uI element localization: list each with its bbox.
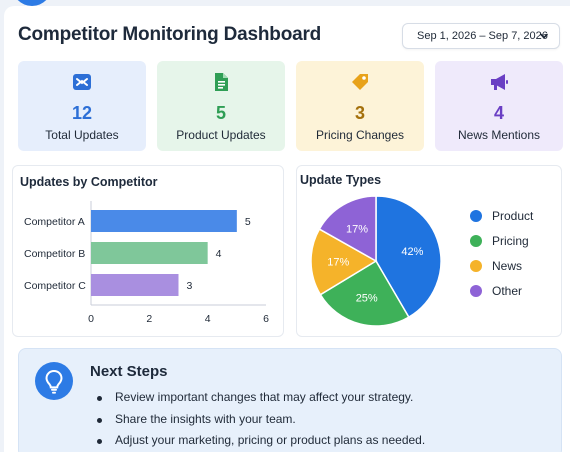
list-item: Share the insights with your team. [97, 409, 425, 431]
category-label: Competitor B [24, 248, 85, 260]
stat-card-total-updates[interactable]: 12 Total Updates [18, 61, 146, 151]
category-label: Competitor A [24, 216, 85, 228]
next-steps-list: Review important changes that may affect… [97, 387, 425, 452]
stat-label: Total Updates [45, 128, 119, 142]
legend-swatch [470, 260, 482, 272]
legend-label: Other [492, 284, 523, 298]
bar [91, 274, 179, 296]
lightbulb-icon [35, 362, 73, 400]
page-title: Competitor Monitoring Dashboard [18, 24, 322, 45]
stat-card-news-mentions[interactable]: 4 News Mentions [435, 61, 563, 151]
chevron-down-icon [540, 33, 548, 39]
slice-value-label: 17% [327, 257, 349, 269]
bar-chart: Competitor A 5 Competitor B 4 Competitor C 3 0… [24, 201, 269, 325]
stat-card-pricing-changes[interactable]: 3 Pricing Changes [296, 61, 424, 151]
x-tick-label: 4 [205, 313, 211, 325]
stat-value: 5 [215, 103, 226, 123]
updates-icon [73, 74, 91, 90]
legend-swatch [470, 285, 482, 297]
document-icon [215, 73, 228, 91]
bar-value-label: 4 [216, 248, 222, 260]
next-steps-title: Next Steps [90, 363, 168, 380]
legend-swatch [470, 235, 482, 247]
stat-label: News Mentions [457, 128, 541, 142]
date-range-value: Sep 1, 2026 – Sep 7, 2026 [417, 30, 548, 42]
x-tick-label: 6 [263, 313, 269, 325]
legend-label: Product [492, 209, 534, 223]
slice-value-label: 25% [356, 293, 378, 305]
slice-value-label: 42% [401, 246, 423, 258]
list-item: Adjust your marketing, pricing or produc… [97, 430, 425, 452]
megaphone-icon [491, 74, 508, 90]
list-item: Review important changes that may affect… [97, 387, 425, 409]
price-tag-icon [352, 74, 368, 90]
bar [91, 242, 208, 264]
legend-swatch [470, 210, 482, 222]
bar-value-label: 3 [187, 280, 193, 292]
x-tick-label: 0 [88, 313, 94, 325]
slice-value-label: 17% [346, 223, 368, 235]
stat-value: 12 [71, 103, 93, 123]
stat-label: Product Updates [176, 128, 266, 142]
pie-chart: 42% 25% 17% 17% [310, 195, 442, 327]
bar-value-label: 5 [245, 216, 251, 228]
stat-card-product-updates[interactable]: 5 Product Updates [157, 61, 285, 151]
stat-label: Pricing Changes [315, 128, 405, 142]
legend-label: Pricing [492, 234, 529, 248]
legend-label: News [492, 259, 523, 273]
bar [91, 210, 237, 232]
date-range-select[interactable]: Sep 1, 2026 – Sep 7, 2026 [402, 23, 560, 49]
category-label: Competitor C [24, 280, 86, 292]
x-tick-label: 2 [146, 313, 152, 325]
stat-value: 4 [493, 103, 504, 123]
stat-value: 3 [354, 103, 365, 123]
next-steps-card: Next Steps Review important changes that… [18, 348, 562, 452]
